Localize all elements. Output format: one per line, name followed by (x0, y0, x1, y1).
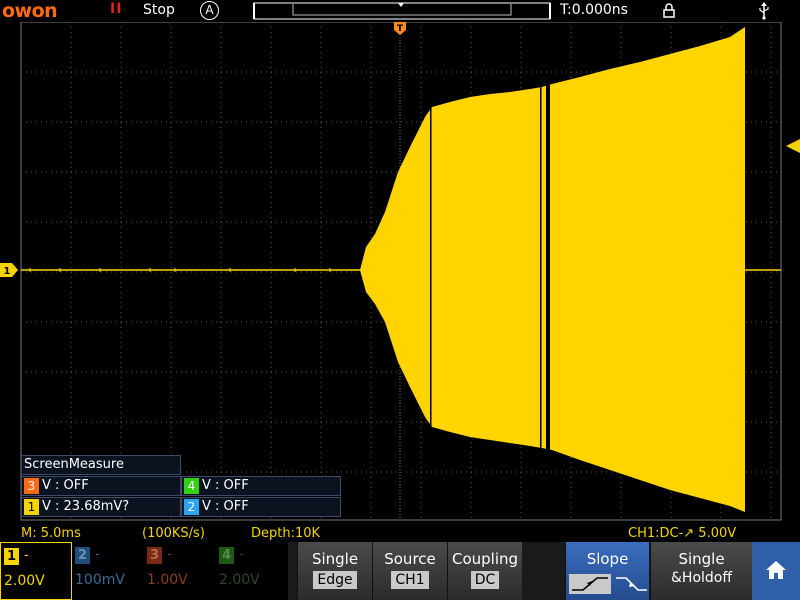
trigger-level-marker[interactable] (786, 139, 800, 153)
channel-volts-div: 2.00V (4, 573, 45, 589)
run-status[interactable]: Stop (143, 2, 175, 18)
trigger-slope-softkey[interactable]: Slope (565, 542, 649, 600)
softkey-label: Source (384, 550, 436, 568)
channel-badge: 3 (147, 547, 162, 564)
brand-logo: owon (2, 0, 58, 22)
softkey-value: CH1 (391, 571, 429, 589)
channel-1-scale[interactable]: 1 - 2.00V (0, 542, 72, 600)
channel-dash: - (24, 548, 29, 563)
measure-value: V : 23.68mV? (42, 499, 130, 514)
measure-cell-ch3[interactable]: 3V : OFF (21, 476, 181, 496)
single-holdoff-softkey[interactable]: Single &Holdoff (650, 542, 752, 600)
trigger-info-readout: CH1:DC-↗ 5.00V (628, 526, 737, 541)
measure-cell-ch1[interactable]: 1V : 23.68mV? (21, 497, 181, 517)
home-button[interactable] (752, 542, 800, 600)
channel-badge: 3 (24, 478, 39, 494)
trigger-coupling-softkey[interactable]: Coupling DC (447, 542, 522, 600)
sample-rate-readout: (100KS/s) (142, 526, 205, 541)
pause-icon[interactable]: II (110, 1, 122, 17)
measure-title: ScreenMeasure (21, 455, 181, 475)
waveform-display[interactable]: T 1 (0, 22, 800, 522)
ch1-marker-label: 1 (4, 266, 11, 277)
channel-badge: 4 (184, 478, 199, 494)
trigger-time-readout: T:0.000ns (560, 2, 628, 18)
measure-value: V : OFF (202, 478, 249, 493)
channel-badge: 1 (24, 499, 39, 515)
measure-value: V : OFF (42, 478, 89, 493)
channel-badge: 2 (75, 547, 90, 564)
channel-volts-div: 2.00V (219, 572, 260, 588)
memory-depth-readout[interactable]: Depth:10K (251, 526, 320, 541)
channel-3-scale[interactable]: 3 - 1.00V (144, 542, 216, 600)
status-bar: owon II Stop A T:0.000ns (0, 0, 800, 22)
softkey-label: Coupling (451, 550, 519, 568)
trigger-position-marker[interactable]: T (394, 22, 406, 35)
trigger-source-softkey[interactable]: Source CH1 (372, 542, 447, 600)
home-icon (766, 561, 786, 579)
measure-cell-ch2[interactable]: 2V : OFF (181, 497, 341, 517)
channel-volts-div: 1.00V (147, 572, 188, 588)
channel-2-scale[interactable]: 2 - 100mV (72, 542, 144, 600)
channel-volts-div: 100mV (75, 572, 125, 588)
timebase-readout[interactable]: M: 5.0ms (21, 526, 81, 541)
bottom-menu: 1 - 2.00V 2 - 100mV 3 - 1.00V 4 - 2.00V … (0, 542, 800, 600)
softkey-label: Single (311, 550, 359, 568)
acquire-mode-icon: A (200, 1, 219, 20)
channel-badge: 2 (184, 499, 199, 515)
channel-badge: 1 (4, 548, 19, 565)
softkey-label: Single (678, 550, 725, 568)
softkey-value: Edge (313, 571, 357, 589)
trigger-mode-softkey[interactable]: Single Edge (297, 542, 372, 600)
channel-badge: 4 (219, 547, 234, 564)
softkey-value: DC (470, 571, 500, 589)
softkey-value: &Holdoff (671, 570, 732, 586)
usb-icon (759, 2, 769, 20)
measure-value: V : OFF (202, 499, 249, 514)
channel-4-scale[interactable]: 4 - 2.00V (216, 542, 288, 600)
measure-cell-ch4[interactable]: 4V : OFF (181, 476, 341, 496)
time-position-bar[interactable] (253, 0, 551, 22)
channel-dash: - (167, 547, 172, 562)
slope-selector-icon (569, 574, 647, 594)
ch1-waveform (21, 27, 781, 512)
trigger-marker-label: T (397, 24, 404, 34)
ch1-ground-marker[interactable]: 1 (0, 263, 18, 277)
channel-dash: - (239, 547, 244, 562)
lock-icon (663, 3, 675, 18)
acquisition-info-line: M: 5.0ms (100KS/s) Depth:10K CH1:DC-↗ 5.… (0, 524, 800, 542)
softkey-label: Slope (586, 550, 629, 568)
channel-dash: - (95, 547, 100, 562)
